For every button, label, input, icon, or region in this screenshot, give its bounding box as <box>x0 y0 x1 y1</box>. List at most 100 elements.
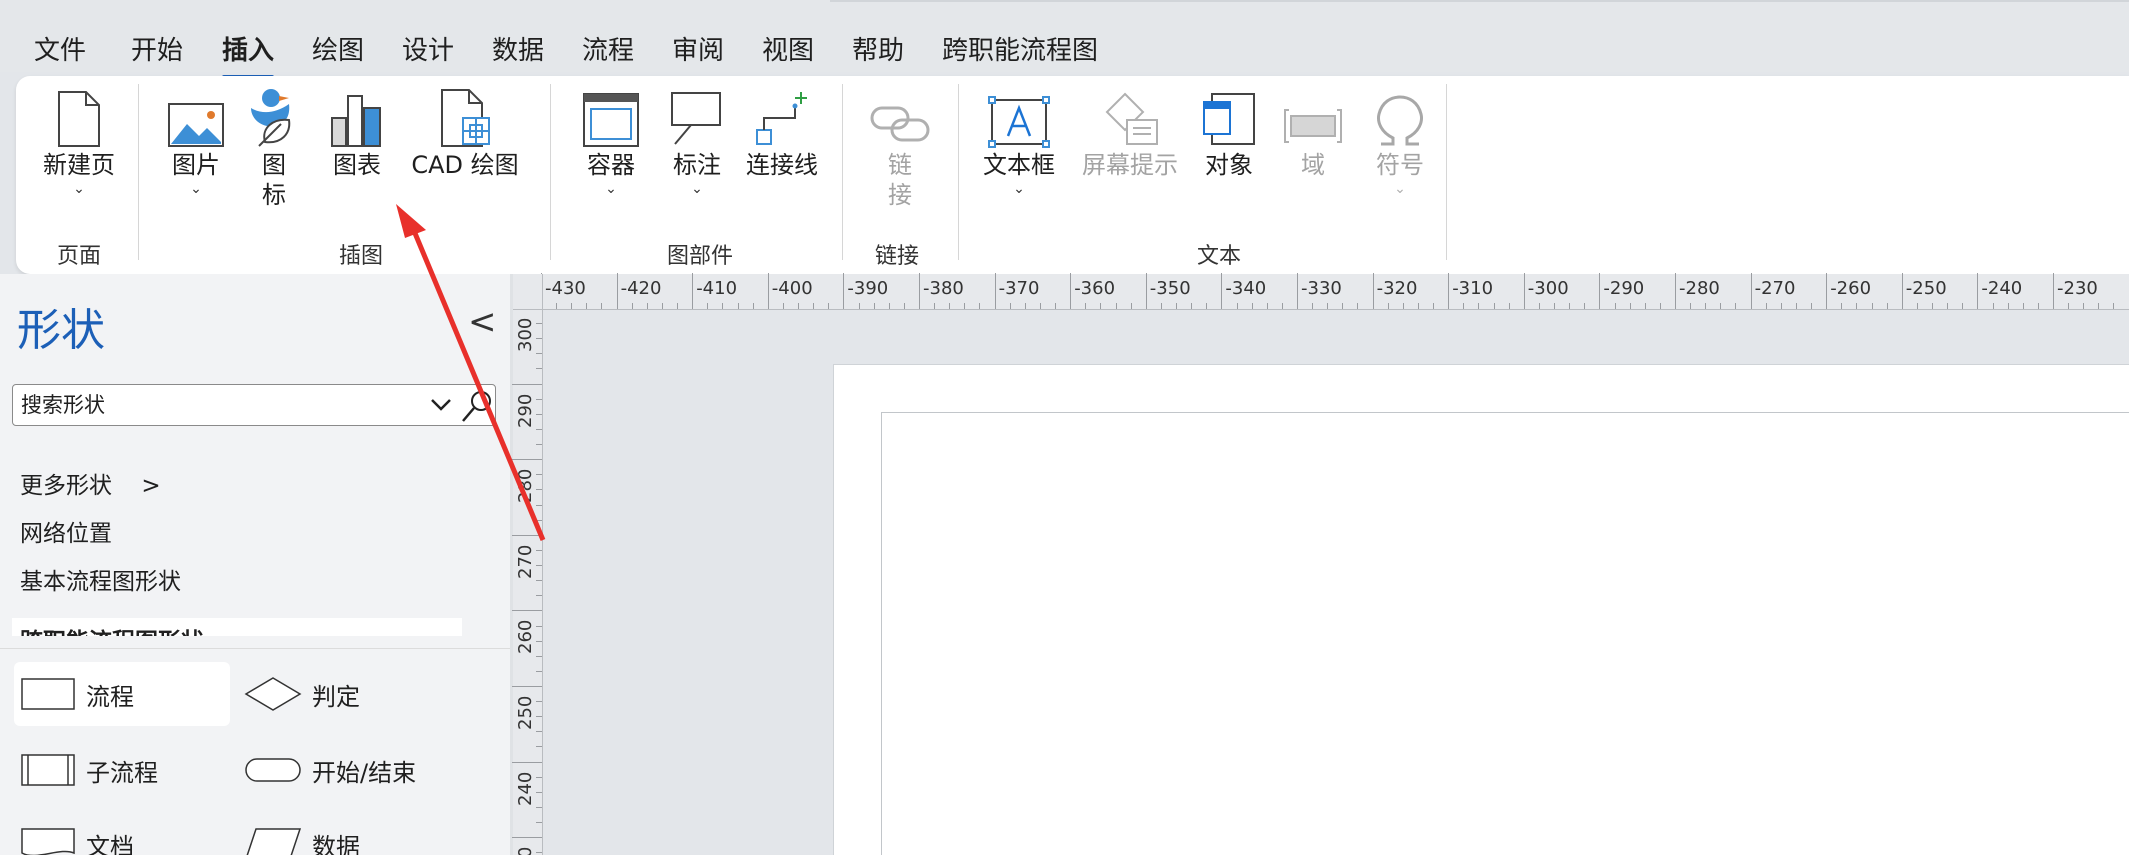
ruler-tick <box>1009 303 1011 309</box>
collapse-panel-button[interactable]: < <box>468 302 497 342</box>
diamond-shape-icon <box>244 677 302 711</box>
tab-cross-functional-flowchart[interactable]: 跨职能流程图 <box>942 30 1098 67</box>
ruler-tick <box>536 595 542 597</box>
ruler-tick <box>536 398 542 400</box>
more-shapes-item[interactable]: 更多形状 > <box>20 466 161 500</box>
new-page-button[interactable]: 新建页 ⌄ <box>38 86 120 198</box>
ruler-tick <box>631 303 633 309</box>
new-page-icon <box>58 91 100 147</box>
ruler-tick <box>1266 303 1268 309</box>
ruler-tick <box>601 303 603 309</box>
tab-design[interactable]: 设计 <box>402 30 454 67</box>
ruler-tick <box>536 822 542 824</box>
ruler-tick <box>512 534 542 536</box>
symbol-button[interactable]: 符号 ⌄ <box>1360 86 1440 198</box>
callout-icon <box>671 92 721 145</box>
ruler-tick <box>934 303 936 309</box>
ruler-tick <box>2037 303 2039 309</box>
ruler-tick <box>536 444 542 446</box>
shape-data[interactable]: 数据 <box>238 812 458 855</box>
stencil-basic-flowchart[interactable]: 基本流程图形状 <box>20 562 181 596</box>
shape-document[interactable]: 文档 <box>14 812 230 855</box>
ruler-tick <box>512 686 542 687</box>
ruler-tick <box>1584 303 1586 309</box>
ribbon-separator <box>958 84 959 260</box>
ruler-tick <box>1523 273 1525 309</box>
screentip-button[interactable]: 屏幕提示 <box>1068 86 1192 180</box>
ruler-tick <box>536 655 542 657</box>
pictures-label: 图片 <box>172 151 220 179</box>
search-dropdown-button[interactable] <box>429 391 453 423</box>
ruler-tick <box>1750 273 1752 309</box>
link-button[interactable]: 链 接 <box>868 86 932 210</box>
ruler-tick <box>646 303 648 309</box>
ruler-tick <box>1251 303 1253 309</box>
link-label-line2: 接 <box>888 181 912 209</box>
ruler-label: 250 <box>515 695 536 730</box>
shape-start-end[interactable]: 开始/结束 <box>238 738 468 802</box>
ruler-label: -270 <box>1754 278 1796 299</box>
ruler-tick <box>1206 303 1208 309</box>
ruler-tick <box>1160 303 1162 309</box>
ruler-tick <box>1191 303 1193 309</box>
connector-button[interactable]: 连接线 <box>740 86 824 180</box>
search-button[interactable] <box>461 389 493 427</box>
ribbon-separator <box>1446 84 1447 260</box>
icons-button[interactable]: 图 标 <box>242 86 306 210</box>
ruler-label: -370 <box>998 278 1040 299</box>
shape-decision[interactable]: 判定 <box>238 662 458 726</box>
ruler-tick <box>1871 303 1873 309</box>
tab-home[interactable]: 开始 <box>131 30 183 67</box>
shape-subprocess[interactable]: 子流程 <box>14 738 230 802</box>
ruler-tick <box>1433 303 1435 309</box>
ruler-label: 260 <box>515 620 536 655</box>
pictures-button[interactable]: 图片 ⌄ <box>164 86 228 198</box>
shape-name: 判定 <box>312 682 360 711</box>
ruler-label: 270 <box>515 544 536 579</box>
ruler-tick <box>2098 303 2100 309</box>
object-icon <box>1203 93 1255 145</box>
chevron-down-icon: ⌄ <box>691 181 703 197</box>
stencil-network-locations[interactable]: 网络位置 <box>20 514 112 548</box>
tab-draw[interactable]: 绘图 <box>312 30 364 67</box>
tab-review[interactable]: 审阅 <box>672 30 724 67</box>
tab-help[interactable]: 帮助 <box>852 30 904 67</box>
tab-process[interactable]: 流程 <box>582 30 634 67</box>
chart-button[interactable]: 图表 <box>322 86 392 180</box>
stencil-cross-functional-partial[interactable]: 跨职能流程图形状 <box>12 618 462 636</box>
container-button[interactable]: 容器 ⌄ <box>576 86 646 198</box>
ruler-tick <box>1448 273 1450 309</box>
shape-process[interactable]: 流程 <box>14 662 230 726</box>
ruler-tick <box>536 338 542 340</box>
ruler-tick <box>1932 303 1934 309</box>
text-box-button[interactable]: 文本框 ⌄ <box>976 86 1062 198</box>
tab-insert[interactable]: 插入 <box>222 30 275 79</box>
ruler-label: -380 <box>923 278 964 299</box>
ruler-tick <box>1493 303 1495 309</box>
ruler-tick <box>1130 303 1132 309</box>
ruler-tick <box>1901 273 1903 309</box>
tab-file[interactable]: 文件 <box>34 30 86 67</box>
container-icon <box>583 93 639 147</box>
subprocess-shape-icon <box>21 754 75 786</box>
field-icon <box>1284 109 1342 143</box>
object-button[interactable]: 对象 <box>1196 86 1262 180</box>
cad-drawing-icon <box>441 89 490 147</box>
ruler-tick <box>536 852 542 854</box>
ruler-tick <box>512 459 542 461</box>
field-button[interactable]: 域 <box>1280 86 1346 180</box>
ruler-tick <box>813 303 815 309</box>
ruler-tick <box>1463 303 1465 309</box>
search-shapes-input[interactable] <box>21 389 421 421</box>
ruler-tick <box>536 353 542 355</box>
ruler-tick <box>1357 303 1359 309</box>
group-label-text: 文本 <box>1196 244 1241 269</box>
callout-button[interactable]: 标注 ⌄ <box>664 86 730 198</box>
ruler-tick <box>949 303 951 309</box>
ruler-tick <box>752 303 754 309</box>
cad-drawing-button[interactable]: CAD 绘图 <box>408 86 522 180</box>
ruler-tick <box>677 303 679 309</box>
group-label-illustrations: 插图 <box>338 244 383 269</box>
tab-view[interactable]: 视图 <box>762 30 814 67</box>
tab-data[interactable]: 数据 <box>492 30 544 67</box>
